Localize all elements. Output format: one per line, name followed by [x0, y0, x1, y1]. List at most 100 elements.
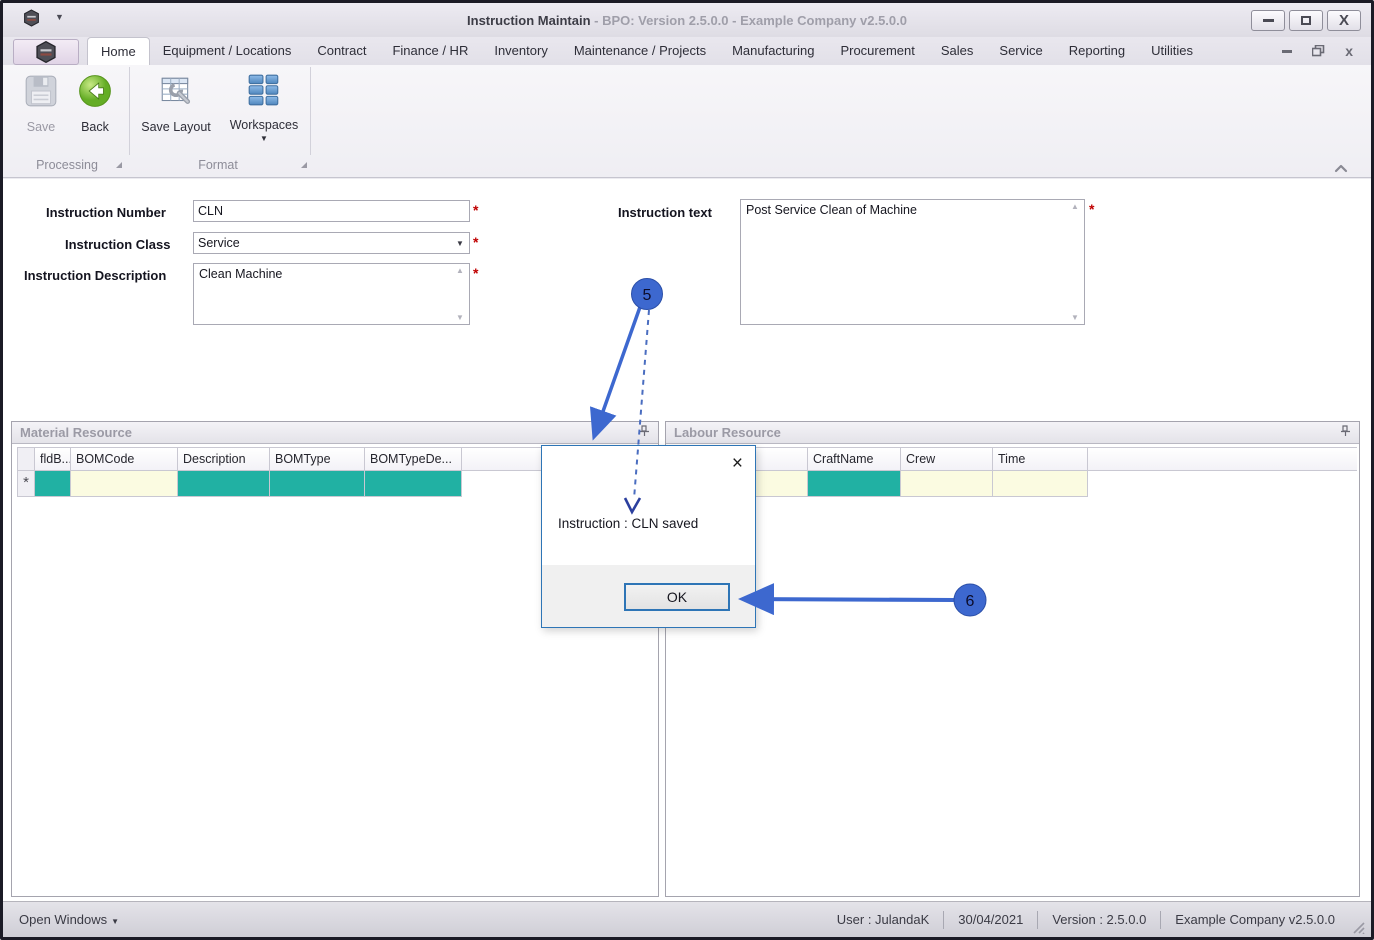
labour-cell-time[interactable]	[993, 471, 1088, 497]
group-format-label: Format	[198, 158, 238, 172]
ribbon-tab-row: Home Equipment / Locations Contract Fina…	[3, 37, 1371, 65]
tab-sales[interactable]: Sales	[928, 37, 987, 65]
minimize-button[interactable]	[1251, 10, 1285, 31]
material-col-bomcode[interactable]: BOMCode	[71, 447, 178, 471]
tab-home[interactable]: Home	[87, 37, 150, 65]
quick-access-caret-icon[interactable]: ▼	[55, 12, 64, 22]
instruction-number-input[interactable]	[193, 200, 470, 222]
instruction-class-label: Instruction Class	[65, 237, 171, 252]
material-col-bomtype[interactable]: BOMType	[270, 447, 365, 471]
instruction-class-select[interactable]: Service ▼	[193, 232, 470, 254]
tab-utilities[interactable]: Utilities	[1138, 37, 1206, 65]
workspaces-button[interactable]: Workspaces ▼	[227, 73, 301, 143]
tab-procurement[interactable]: Procurement	[827, 37, 927, 65]
required-marker: *	[473, 202, 479, 218]
pin-icon[interactable]	[1340, 424, 1351, 442]
labour-col-filler	[1088, 447, 1357, 471]
save-confirmation-dialog: × Instruction : CLN saved OK	[541, 445, 756, 628]
tab-inventory[interactable]: Inventory	[481, 37, 560, 65]
back-button[interactable]: Back	[67, 73, 123, 134]
tab-service[interactable]: Service	[986, 37, 1055, 65]
status-bar: Open Windows ▼ User : JulandaK 30/04/2021…	[3, 901, 1371, 937]
scroll-down-icon: ▼	[456, 313, 464, 322]
workspaces-dropdown-caret: ▼	[260, 134, 268, 143]
tab-maintenance-projects[interactable]: Maintenance / Projects	[561, 37, 719, 65]
material-grid-corner[interactable]	[17, 447, 35, 471]
app-logo-icon	[36, 41, 56, 63]
minimize-icon	[1262, 19, 1274, 22]
textarea-scrollbar[interactable]: ▲ ▼	[1068, 202, 1082, 322]
material-cell-description[interactable]	[178, 471, 270, 497]
dialog-close-icon[interactable]: ×	[732, 454, 743, 473]
scroll-up-icon: ▲	[456, 266, 464, 275]
ribbon-separator	[129, 67, 130, 155]
material-cell-bomtypede[interactable]	[365, 471, 462, 497]
new-row-indicator: *	[17, 471, 35, 497]
title-bar: ▼ Instruction Maintain - BPO: Version 2.…	[3, 3, 1371, 37]
textarea-scrollbar[interactable]: ▲ ▼	[453, 266, 467, 322]
material-col-bomtypede[interactable]: BOMTypeDe...	[365, 447, 462, 471]
app-window: ▼ Instruction Maintain - BPO: Version 2.…	[0, 0, 1374, 940]
tab-contract[interactable]: Contract	[304, 37, 379, 65]
format-dialog-launcher[interactable]	[300, 156, 308, 174]
material-cell-fldb[interactable]	[35, 471, 71, 497]
instruction-description-textarea[interactable]: Clean Machine ▲ ▼	[193, 263, 470, 325]
status-version: Version : 2.5.0.0	[1052, 912, 1147, 927]
instruction-text-label: Instruction text	[618, 205, 712, 220]
labour-col-time[interactable]: Time	[993, 447, 1088, 471]
window-title: Instruction Maintain - BPO: Version 2.5.…	[467, 12, 907, 28]
material-cell-bomcode[interactable]	[71, 471, 178, 497]
labour-new-row	[671, 471, 1357, 497]
open-windows-button[interactable]: Open Windows ▼	[19, 912, 119, 927]
pin-icon[interactable]	[639, 424, 650, 442]
save-layout-button[interactable]: Save Layout	[139, 73, 213, 134]
tab-reporting[interactable]: Reporting	[1056, 37, 1138, 65]
dialog-footer: OK	[542, 565, 755, 627]
close-icon: X	[1338, 12, 1349, 29]
application-menu-button[interactable]	[13, 39, 79, 65]
ribbon-separator	[310, 67, 311, 155]
workspaces-icon	[248, 74, 279, 106]
scroll-down-icon: ▼	[1071, 313, 1079, 322]
save-floppy-icon	[25, 75, 57, 107]
labour-cell-craftname[interactable]	[808, 471, 901, 497]
app-icon	[23, 9, 40, 32]
tab-equipment-locations[interactable]: Equipment / Locations	[150, 37, 305, 65]
status-company: Example Company v2.5.0.0	[1175, 912, 1335, 927]
dialog-message: Instruction : CLN saved	[558, 516, 699, 531]
maximize-button[interactable]	[1289, 10, 1323, 31]
required-marker: *	[473, 265, 479, 281]
instruction-text-textarea[interactable]: Post Service Clean of Machine ▲ ▼	[740, 199, 1085, 325]
ribbon-collapse-button[interactable]	[1333, 161, 1349, 179]
scroll-up-icon: ▲	[1071, 202, 1079, 211]
maximize-icon	[1301, 16, 1311, 25]
labour-cell-crew[interactable]	[901, 471, 993, 497]
labour-panel-header: Labour Resource	[666, 422, 1359, 444]
material-panel-header: Material Resource	[12, 422, 658, 444]
material-col-fldb[interactable]: fldB...	[35, 447, 71, 471]
status-user: User : JulandaK	[836, 912, 930, 927]
resize-grip[interactable]	[1351, 920, 1365, 934]
mdi-restore-button[interactable]	[1312, 45, 1325, 57]
status-date: 30/04/2021	[958, 912, 1024, 927]
labour-grid: CraftName Crew Time	[671, 447, 1357, 497]
instruction-number-label: Instruction Number	[46, 205, 166, 220]
ok-button[interactable]: OK	[624, 583, 730, 611]
labour-col-crew[interactable]: Crew	[901, 447, 993, 471]
close-button[interactable]: X	[1327, 10, 1361, 31]
material-col-description[interactable]: Description	[178, 447, 270, 471]
processing-dialog-launcher[interactable]	[115, 156, 123, 174]
required-marker: *	[473, 234, 479, 250]
tab-manufacturing[interactable]: Manufacturing	[719, 37, 827, 65]
material-panel-title: Material Resource	[20, 425, 132, 440]
material-cell-bomtype[interactable]	[270, 471, 365, 497]
labour-panel-title: Labour Resource	[674, 425, 781, 440]
group-processing-label: Processing	[36, 158, 98, 172]
mdi-close-button[interactable]: x	[1345, 43, 1353, 59]
tab-finance-hr[interactable]: Finance / HR	[379, 37, 481, 65]
ribbon-tabs: Home Equipment / Locations Contract Fina…	[87, 37, 1206, 65]
open-windows-caret-icon: ▼	[111, 917, 120, 926]
labour-col-craftname[interactable]: CraftName	[808, 447, 901, 471]
mdi-minimize-button[interactable]	[1282, 49, 1293, 53]
save-button[interactable]: Save	[13, 73, 69, 134]
